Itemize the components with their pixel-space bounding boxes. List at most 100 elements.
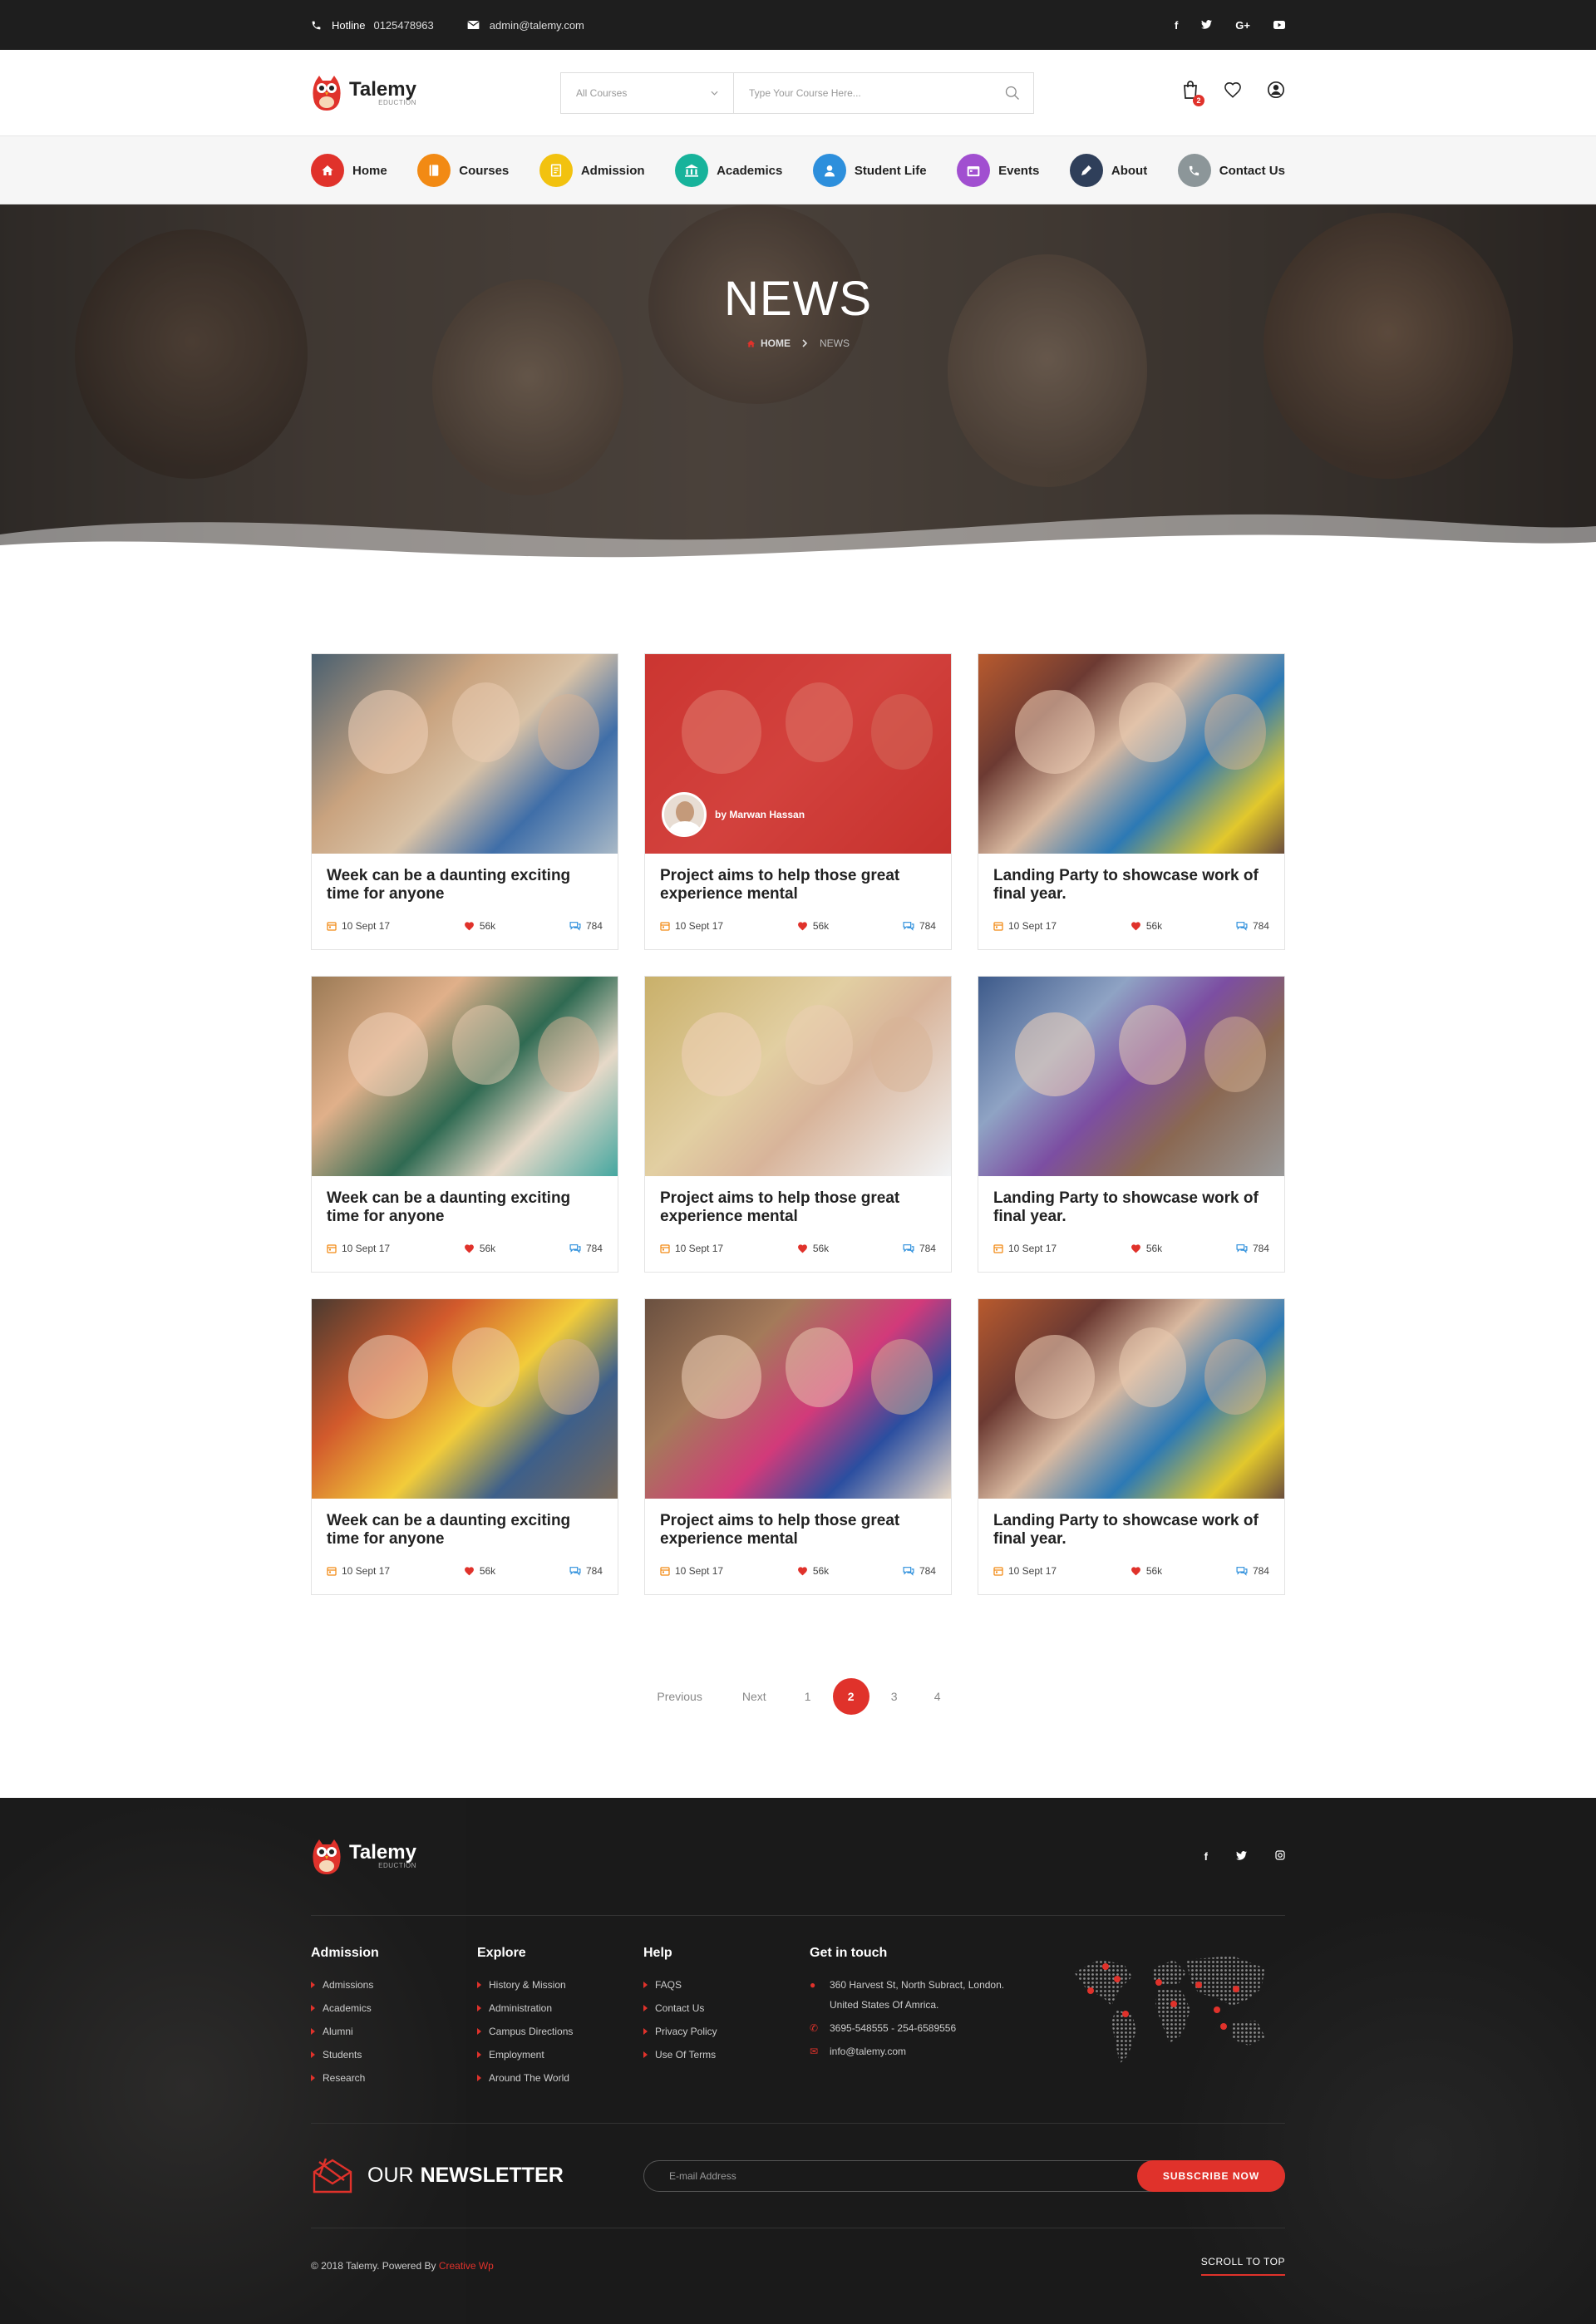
footer-link[interactable]: Campus Directions — [477, 2026, 643, 2037]
news-title[interactable]: Project aims to help those great experie… — [660, 867, 936, 904]
footer-link[interactable]: Academics — [311, 2002, 477, 2014]
footer-link[interactable]: Around The World — [477, 2072, 643, 2084]
news-thumbnail[interactable] — [978, 654, 1284, 854]
footer-link[interactable]: Use Of Terms — [643, 2049, 810, 2061]
cart-button[interactable]: 2 — [1182, 81, 1204, 106]
subscribe-button[interactable]: SUBSCRIBE NOW — [1137, 2159, 1285, 2192]
news-title[interactable]: Landing Party to showcase work of final … — [993, 1512, 1269, 1549]
page-4[interactable]: 4 — [919, 1678, 956, 1715]
nav-item-courses[interactable]: Courses — [417, 154, 509, 187]
powered-by-link[interactable]: Creative Wp — [439, 2260, 494, 2272]
pagination-next[interactable]: Next — [742, 1690, 766, 1703]
wishlist-button[interactable] — [1224, 81, 1242, 102]
pagination-previous[interactable]: Previous — [657, 1690, 702, 1703]
news-title[interactable]: Project aims to help those great experie… — [660, 1512, 936, 1549]
news-card[interactable]: Week can be a daunting exciting time for… — [311, 976, 618, 1273]
nav-item-events[interactable]: Events — [957, 154, 1039, 187]
email-link[interactable]: admin@talemy.com — [490, 19, 584, 32]
footer-link[interactable]: Alumni — [311, 2026, 477, 2037]
news-thumbnail[interactable] — [978, 1299, 1284, 1499]
news-card[interactable]: Landing Party to showcase work of final … — [978, 1298, 1285, 1595]
facebook-icon[interactable]: f — [1204, 1850, 1208, 1863]
nav-item-admission[interactable]: Admission — [539, 154, 645, 187]
news-comments[interactable]: 784 — [569, 1243, 603, 1254]
footer-link[interactable]: Students — [311, 2049, 477, 2061]
news-likes[interactable]: 56k — [464, 920, 495, 932]
page-2-current[interactable]: 2 — [832, 1678, 869, 1715]
nav-item-student-life[interactable]: Student Life — [812, 154, 927, 187]
twitter-icon[interactable] — [1236, 1850, 1247, 1863]
search-button[interactable] — [992, 85, 1033, 101]
news-comments[interactable]: 784 — [903, 1565, 936, 1577]
envelope-icon: ✉ — [810, 2046, 819, 2057]
news-comments[interactable]: 784 — [1236, 920, 1269, 932]
nav-item-about[interactable]: About — [1069, 154, 1147, 187]
news-title[interactable]: Week can be a daunting exciting time for… — [327, 867, 603, 904]
news-title[interactable]: Week can be a daunting exciting time for… — [327, 1512, 603, 1549]
news-comments[interactable]: 784 — [1236, 1243, 1269, 1254]
news-comments[interactable]: 784 — [569, 920, 603, 932]
footer-link[interactable]: Admissions — [311, 1979, 477, 1991]
news-likes[interactable]: 56k — [797, 1243, 829, 1254]
footer-link[interactable]: Privacy Policy — [643, 2026, 810, 2037]
news-card[interactable]: Week can be a daunting exciting time for… — [311, 653, 618, 950]
google-plus-icon[interactable]: G+ — [1235, 19, 1250, 32]
phone-numbers[interactable]: 3695-548555 - 254-6589556 — [830, 2022, 956, 2034]
news-thumbnail[interactable]: by Marwan Hassan — [645, 654, 951, 854]
news-likes[interactable]: 56k — [1130, 1565, 1162, 1577]
news-card[interactable]: Landing Party to showcase work of final … — [978, 976, 1285, 1273]
hotline-number[interactable]: 0125478963 — [373, 19, 433, 32]
news-thumbnail[interactable] — [312, 654, 618, 854]
search-input[interactable] — [734, 73, 992, 113]
breadcrumb-home[interactable]: HOME — [746, 337, 791, 349]
news-title[interactable]: Project aims to help those great experie… — [660, 1189, 936, 1226]
logo[interactable]: Talemy EDUCTION — [311, 74, 416, 112]
news-title[interactable]: Landing Party to showcase work of final … — [993, 867, 1269, 904]
account-button[interactable] — [1267, 81, 1285, 103]
facebook-icon[interactable]: f — [1175, 19, 1178, 32]
footer-email-link[interactable]: info@talemy.com — [830, 2046, 906, 2057]
news-likes[interactable]: 56k — [464, 1565, 495, 1577]
news-card[interactable]: by Marwan Hassan Project aims to help th… — [644, 653, 952, 950]
nav-item-contact-us[interactable]: Contact Us — [1177, 154, 1285, 187]
news-comments[interactable]: 784 — [903, 920, 936, 932]
news-thumbnail[interactable] — [645, 1299, 951, 1499]
twitter-icon[interactable] — [1201, 19, 1213, 32]
page-1[interactable]: 1 — [790, 1678, 826, 1715]
footer-link[interactable]: Employment — [477, 2049, 643, 2061]
news-likes[interactable]: 56k — [464, 1243, 495, 1254]
news-likes[interactable]: 56k — [1130, 1243, 1162, 1254]
news-thumbnail[interactable] — [978, 977, 1284, 1176]
nav-item-home[interactable]: Home — [311, 154, 387, 187]
page-3[interactable]: 3 — [876, 1678, 913, 1715]
footer-logo[interactable]: Talemy EDUCTION — [311, 1838, 416, 1876]
author-byline[interactable]: by Marwan Hassan — [662, 792, 805, 837]
youtube-icon[interactable] — [1273, 19, 1285, 32]
news-card-body: Week can be a daunting exciting time for… — [312, 1499, 618, 1577]
footer-link[interactable]: Contact Us — [643, 2002, 810, 2014]
news-date: 10 Sept 17 — [660, 1565, 723, 1577]
news-thumbnail[interactable] — [312, 1299, 618, 1499]
news-likes[interactable]: 56k — [797, 1565, 829, 1577]
news-card[interactable]: Project aims to help those great experie… — [644, 1298, 952, 1595]
nav-item-academics[interactable]: Academics — [675, 154, 782, 187]
news-card[interactable]: Project aims to help those great experie… — [644, 976, 952, 1273]
news-comments[interactable]: 784 — [569, 1565, 603, 1577]
news-title[interactable]: Week can be a daunting exciting time for… — [327, 1189, 603, 1226]
news-comments[interactable]: 784 — [1236, 1565, 1269, 1577]
news-thumbnail[interactable] — [645, 977, 951, 1176]
news-thumbnail[interactable] — [312, 977, 618, 1176]
footer-link[interactable]: History & Mission — [477, 1979, 643, 1991]
news-card[interactable]: Landing Party to showcase work of final … — [978, 653, 1285, 950]
news-likes[interactable]: 56k — [1130, 920, 1162, 932]
news-card[interactable]: Week can be a daunting exciting time for… — [311, 1298, 618, 1595]
footer-link[interactable]: Research — [311, 2072, 477, 2084]
news-comments[interactable]: 784 — [903, 1243, 936, 1254]
footer-link[interactable]: Administration — [477, 2002, 643, 2014]
news-title[interactable]: Landing Party to showcase work of final … — [993, 1189, 1269, 1226]
instagram-icon[interactable] — [1275, 1850, 1285, 1863]
footer-link[interactable]: FAQS — [643, 1979, 810, 1991]
scroll-to-top-button[interactable]: SCROLL TO TOP — [1200, 2256, 1285, 2276]
news-likes[interactable]: 56k — [797, 920, 829, 932]
category-select[interactable]: All Courses — [561, 73, 734, 113]
